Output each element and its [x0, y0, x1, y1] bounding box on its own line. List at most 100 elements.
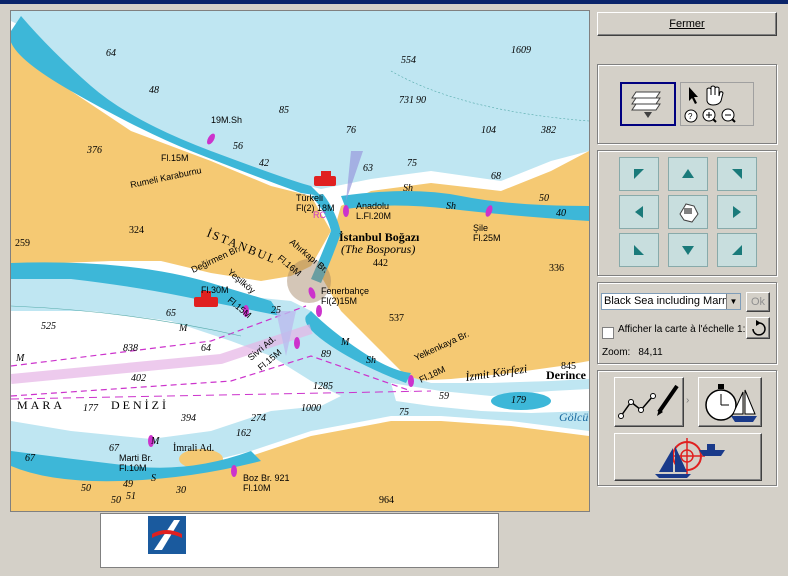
query-icon[interactable]: ? — [684, 109, 698, 123]
svg-text:Fenerbahçe: Fenerbahçe — [321, 286, 369, 296]
arrow-east-icon — [733, 206, 741, 218]
svg-text:525: 525 — [41, 321, 56, 332]
svg-text:M: M — [15, 353, 25, 364]
svg-text:177: 177 — [83, 403, 99, 414]
pan-panel — [597, 150, 777, 276]
svg-text:Fl(2)15M: Fl(2)15M — [321, 296, 357, 306]
svg-text:Fl.15M: Fl.15M — [161, 153, 189, 163]
svg-text:1000: 1000 — [301, 403, 321, 414]
arrow-west-icon — [635, 206, 643, 218]
svg-text:731: 731 — [399, 95, 414, 106]
nautical-chart-view[interactable]: İSTANBUL İstanbul Boğazı (The Bosporus) … — [10, 10, 590, 512]
svg-text:1285: 1285 — [313, 381, 333, 392]
undo-icon — [752, 320, 766, 336]
svg-text:56: 56 — [233, 141, 243, 152]
logo-panel — [100, 513, 499, 568]
svg-text:25: 25 — [271, 305, 281, 316]
target-tracking-button[interactable] — [614, 433, 762, 481]
layers-button[interactable] — [620, 82, 676, 126]
svg-text:M: M — [340, 337, 350, 348]
svg-text:30: 30 — [175, 485, 186, 496]
svg-text:59: 59 — [439, 391, 449, 402]
pan-east-button[interactable] — [717, 195, 757, 229]
svg-text:67: 67 — [25, 453, 36, 464]
svg-text:63: 63 — [363, 163, 373, 174]
label-denizi: DENİZİ — [111, 398, 169, 412]
svg-text:65: 65 — [166, 308, 176, 319]
svg-text:75: 75 — [399, 407, 409, 418]
svg-text:964: 964 — [379, 495, 394, 506]
svg-text:324: 324 — [129, 225, 144, 236]
arrow-south-icon — [682, 246, 694, 255]
svg-text:104: 104 — [481, 125, 496, 136]
svg-text:49: 49 — [123, 479, 133, 490]
svg-text:?: ? — [688, 112, 693, 121]
svg-text:Anadolu: Anadolu — [356, 201, 389, 211]
chart-tool-group: ? — [680, 82, 754, 126]
grab-hand-icon — [679, 203, 699, 223]
svg-text:Fl.30M: Fl.30M — [201, 285, 229, 295]
pan-northwest-button[interactable] — [619, 157, 659, 191]
svg-text:67: 67 — [109, 443, 120, 454]
route-pencil-icon — [618, 384, 679, 419]
svg-text:1609: 1609 — [511, 45, 531, 56]
arrow-north-icon — [682, 169, 694, 178]
svg-text:Fl.10M: Fl.10M — [119, 463, 147, 473]
passage-plan-button[interactable] — [698, 377, 762, 427]
hand-icon[interactable] — [706, 85, 724, 106]
svg-text:845: 845 — [561, 361, 576, 372]
chart-select-value: Black Sea including Marma — [604, 295, 738, 307]
chart-select-panel: Black Sea including Marma ▼ Ok Afficher … — [597, 282, 777, 364]
route-plan-button[interactable] — [614, 377, 684, 427]
svg-text:L.Fl.20M: L.Fl.20M — [356, 211, 391, 221]
pan-north-button[interactable] — [668, 157, 708, 191]
svg-text:Sh: Sh — [403, 183, 413, 194]
svg-text:Şile: Şile — [473, 223, 488, 233]
arrow-northeast-icon — [732, 169, 742, 179]
svg-text:51: 51 — [126, 491, 136, 502]
svg-text:394: 394 — [180, 413, 196, 424]
svg-text:40: 40 — [556, 208, 566, 219]
svg-text:90: 90 — [416, 95, 426, 106]
svg-text:Sh: Sh — [366, 355, 376, 366]
pan-south-button[interactable] — [668, 233, 708, 267]
svg-text:19M.Sh: 19M.Sh — [211, 115, 242, 125]
label-mara: MARA — [17, 398, 65, 412]
svg-text:Marti Br.: Marti Br. — [119, 453, 153, 463]
arrow-southeast-icon — [732, 245, 742, 255]
undo-button[interactable] — [746, 317, 770, 339]
separator-arrow-icon: › — [686, 395, 690, 406]
arcs-logo — [148, 516, 186, 554]
svg-text:382: 382 — [540, 125, 556, 136]
svg-text:50: 50 — [111, 495, 121, 506]
svg-text:838: 838 — [123, 343, 138, 354]
svg-text:76: 76 — [346, 125, 356, 136]
svg-text:Fl.10M: Fl.10M — [243, 483, 271, 493]
arrow-cursor-icon[interactable] — [689, 87, 698, 104]
target-ship-icon — [655, 438, 725, 478]
pan-southeast-button[interactable] — [717, 233, 757, 267]
chart-canvas[interactable]: İSTANBUL İstanbul Boğazı (The Bosporus) … — [11, 11, 589, 511]
svg-text:75: 75 — [407, 158, 417, 169]
svg-text:50: 50 — [539, 193, 549, 204]
svg-text:85: 85 — [279, 105, 289, 116]
arrow-northwest-icon — [634, 169, 644, 179]
ok-button[interactable]: Ok — [746, 292, 770, 312]
zoom-in-icon[interactable] — [702, 108, 717, 123]
stopwatch-boat-icon — [705, 384, 757, 422]
scale-checkbox[interactable] — [602, 327, 614, 339]
chart-select-dropdown[interactable]: Black Sea including Marma ▼ — [601, 293, 741, 310]
chevron-down-icon[interactable]: ▼ — [726, 294, 740, 309]
svg-text:554: 554 — [401, 55, 416, 66]
pan-northeast-button[interactable] — [717, 157, 757, 191]
tools-panel: ? — [597, 64, 777, 144]
window-title-bar — [0, 0, 788, 4]
zoom-out-icon[interactable] — [721, 108, 736, 123]
pan-southwest-button[interactable] — [619, 233, 659, 267]
close-button[interactable]: Fermer — [597, 12, 777, 36]
pan-west-button[interactable] — [619, 195, 659, 229]
label-bosporus-en: (The Bosporus) — [341, 242, 415, 256]
svg-text:RC: RC — [313, 210, 326, 220]
svg-text:442: 442 — [373, 258, 388, 269]
pan-hand-button[interactable] — [668, 195, 708, 229]
